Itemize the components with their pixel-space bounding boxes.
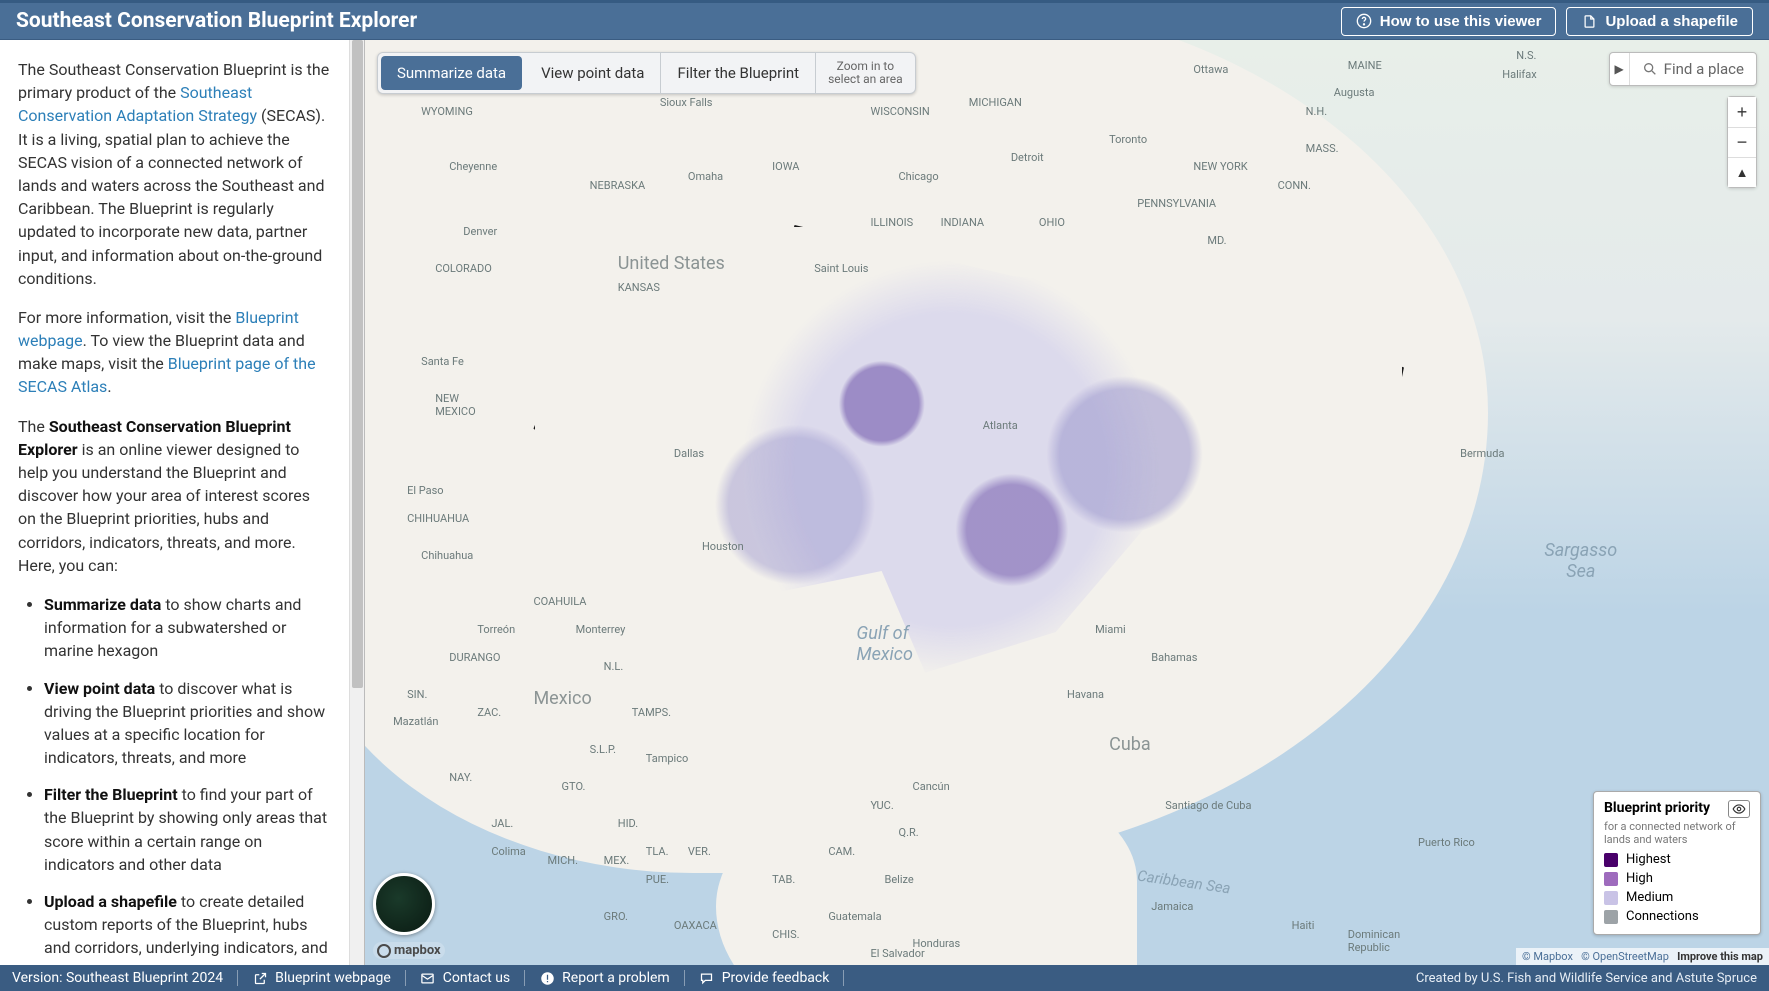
feature-list: Summarize data to show charts and inform… (18, 593, 331, 965)
map-canvas[interactable]: United States Mexico Gulf of Mexico Sarg… (365, 40, 1769, 965)
legend-title: Blueprint priority (1604, 800, 1710, 816)
map-label: PUE. (646, 873, 669, 886)
map-label: Colima (491, 845, 525, 858)
app-footer: Version: Southeast Blueprint 2024 Bluepr… (0, 965, 1769, 991)
how-to-use-label: How to use this viewer (1380, 13, 1542, 30)
footer-contact-us[interactable]: Contact us (406, 970, 524, 986)
map-label: Puerto Rico (1418, 836, 1475, 849)
legend-row: Highest (1604, 852, 1750, 867)
sidebar-scrollbar[interactable] (349, 40, 364, 965)
legend-swatch (1604, 872, 1618, 886)
legend-row: Medium (1604, 890, 1750, 905)
footer-credit: Created by U.S. Fish and Wildlife Servic… (1416, 971, 1757, 986)
upload-shapefile-label: Upload a shapefile (1605, 13, 1738, 30)
list-item: Summarize data to show charts and inform… (44, 593, 331, 663)
intro-para-1: The Southeast Conservation Blueprint is … (18, 58, 331, 290)
tab-filter-blueprint[interactable]: Filter the Blueprint (661, 53, 816, 93)
map-label: Jamaica (1151, 900, 1193, 913)
map-label: MAINE (1348, 59, 1382, 72)
map-label: Sargasso Sea (1544, 540, 1617, 582)
version-label: Version: Southeast Blueprint 2024 (12, 970, 237, 986)
zoom-in-button[interactable]: + (1728, 97, 1756, 127)
map-label: GRO. (604, 910, 628, 923)
info-sidebar: The Southeast Conservation Blueprint is … (0, 40, 365, 965)
map-label: Dominican Republic (1348, 928, 1400, 954)
legend-panel: Blueprint priority for a connected netwo… (1593, 791, 1761, 935)
link-mapbox[interactable]: © Mapbox (1522, 950, 1573, 963)
mode-toolbar: Summarize data View point data Filter th… (377, 52, 916, 94)
alert-icon (539, 970, 555, 986)
map-label: OAXACA (674, 919, 717, 932)
external-link-icon (252, 970, 268, 986)
legend-label: Medium (1626, 890, 1673, 905)
info-sidebar-content[interactable]: The Southeast Conservation Blueprint is … (0, 40, 349, 965)
zoom-out-button[interactable]: − (1728, 127, 1756, 157)
geocoder[interactable]: ▶ Find a place (1609, 52, 1757, 86)
search-placeholder: Find a place (1664, 60, 1744, 78)
reset-north-button[interactable]: ▲ (1728, 157, 1756, 187)
intro-para-3: The Southeast Conservation Blueprint Exp… (18, 415, 331, 577)
legend-label: Highest (1626, 852, 1671, 867)
tab-summarize-data[interactable]: Summarize data (381, 56, 522, 90)
legend-row: High (1604, 871, 1750, 886)
map-label: Caribbean Sea (1136, 866, 1231, 897)
legend-row: Connections (1604, 909, 1750, 924)
footer-provide-feedback[interactable]: Provide feedback (685, 970, 844, 986)
legend-swatch (1604, 853, 1618, 867)
map-label: Haiti (1292, 919, 1315, 932)
mapbox-logo: mapbox (373, 942, 445, 959)
legend-swatch (1604, 891, 1618, 905)
upload-shapefile-button[interactable]: Upload a shapefile (1566, 7, 1753, 36)
map-viewport[interactable]: United States Mexico Gulf of Mexico Sarg… (365, 40, 1769, 965)
help-icon (1356, 13, 1372, 29)
list-item: View point data to discover what is driv… (44, 677, 331, 770)
search-input[interactable]: Find a place (1630, 60, 1756, 78)
legend-subtitle: for a connected network of lands and wat… (1604, 820, 1750, 846)
mail-icon (420, 970, 436, 986)
sidebar-scrollbar-thumb[interactable] (352, 40, 363, 688)
legend-label: High (1626, 871, 1653, 886)
map-label: Augusta (1334, 86, 1375, 99)
how-to-use-button[interactable]: How to use this viewer (1341, 7, 1557, 36)
file-icon (1581, 13, 1597, 29)
link-improve-map[interactable]: Improve this map (1677, 950, 1763, 963)
footer-blueprint-webpage[interactable]: Blueprint webpage (238, 970, 405, 986)
map-attribution: © Mapbox © OpenStreetMap Improve this ma… (1516, 948, 1769, 965)
map-label: Halifax (1502, 68, 1536, 81)
app-title: Southeast Conservation Blueprint Explore… (16, 9, 1331, 33)
chat-icon (699, 970, 715, 986)
link-osm[interactable]: © OpenStreetMap (1581, 950, 1669, 963)
footer-report-problem[interactable]: Report a problem (525, 970, 684, 986)
legend-visibility-toggle[interactable] (1728, 800, 1750, 818)
legend-label: Connections (1626, 909, 1699, 924)
basemap-toggle[interactable] (373, 873, 435, 935)
app-header: Southeast Conservation Blueprint Explore… (0, 0, 1769, 40)
search-icon (1642, 61, 1658, 77)
zoom-hint: Zoom in to select an area (816, 53, 915, 93)
tab-view-point-data[interactable]: View point data (525, 53, 661, 93)
list-item: Filter the Blueprint to find your part o… (44, 783, 331, 876)
list-item: Upload a shapefile to create detailed cu… (44, 890, 331, 965)
intro-para-2: For more information, visit the Blueprin… (18, 306, 331, 399)
map-label: N.S. (1516, 49, 1536, 62)
geocoder-collapse-button[interactable]: ▶ (1610, 53, 1630, 85)
legend-swatch (1604, 910, 1618, 924)
zoom-controls: + − ▲ (1727, 96, 1757, 188)
